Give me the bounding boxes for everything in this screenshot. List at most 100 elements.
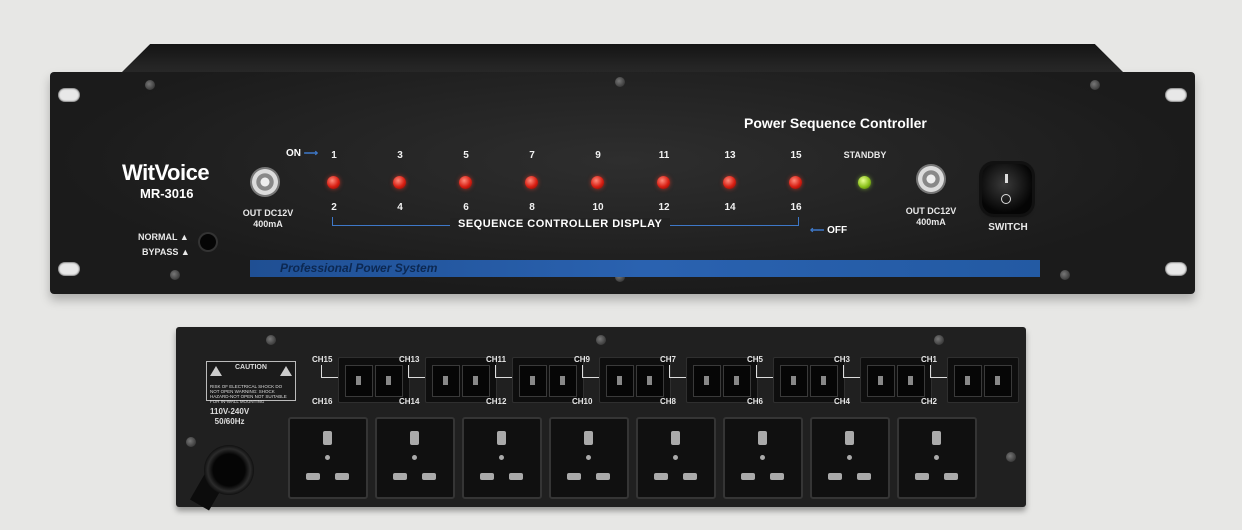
- universal-outlet: [723, 417, 803, 499]
- standby-label: STANDBY: [843, 150, 887, 160]
- universal-outlet: [897, 417, 977, 499]
- channel-number: 10: [592, 202, 604, 213]
- normal-label: NORMAL ▲: [138, 232, 189, 242]
- channel-label: CH1: [921, 355, 938, 364]
- channel-led: [327, 176, 340, 189]
- voltage-label: 110V-240V 50/60Hz: [210, 407, 249, 427]
- universal-outlet: [810, 417, 890, 499]
- screw: [1060, 270, 1070, 280]
- channel-label: CH6: [747, 397, 764, 406]
- left-out-label: OUT DC12V: [242, 208, 294, 218]
- channel-led: [723, 176, 736, 189]
- left-out-current: 400mA: [253, 219, 283, 229]
- channel-leader-line: [321, 365, 338, 378]
- stripe-label: Professional Power System: [280, 261, 438, 275]
- model-number: MR-3016: [140, 186, 194, 201]
- right-dc-output-connector[interactable]: [916, 164, 946, 194]
- channel-led: [459, 176, 472, 189]
- power-cable: [204, 445, 254, 495]
- channel-label: CH4: [834, 397, 851, 406]
- channel-led: [789, 176, 802, 189]
- channel-label: CH16: [312, 397, 333, 406]
- channel-led: [525, 176, 538, 189]
- channel-label: CH9: [574, 355, 591, 364]
- channel-label: CH15: [312, 355, 333, 364]
- channel-number: 14: [724, 202, 736, 213]
- channel-led: [393, 176, 406, 189]
- switch-off-mark: [1001, 194, 1011, 204]
- channel-label: CH8: [660, 397, 677, 406]
- universal-outlet: [636, 417, 716, 499]
- product-title: Power Sequence Controller: [744, 115, 927, 131]
- rack-hole: [58, 88, 80, 102]
- channel-number: 1: [331, 150, 337, 161]
- screw: [1090, 80, 1100, 90]
- universal-outlet: [549, 417, 629, 499]
- channel-number: 8: [529, 202, 535, 213]
- channel-number: 7: [529, 150, 535, 161]
- channel-number: 6: [463, 202, 469, 213]
- channel-number: 12: [658, 202, 670, 213]
- channel-leader-line: [756, 365, 773, 378]
- channel-label: CH3: [834, 355, 851, 364]
- caution-label: CAUTION RISK OF ELECTRICAL SHOCK DO NOT …: [206, 361, 296, 404]
- channel-leader-line: [582, 365, 599, 378]
- rack-hole: [58, 262, 80, 276]
- caution-text: RISK OF ELECTRICAL SHOCK DO NOT OPEN WAR…: [210, 384, 287, 404]
- off-label: ⟵ OFF: [810, 225, 848, 236]
- screw: [186, 437, 196, 447]
- channel-label: CH12: [486, 397, 507, 406]
- standby-led: [858, 176, 871, 189]
- channel-number: 3: [397, 150, 403, 161]
- right-out-label: OUT DC12V: [905, 206, 957, 216]
- channel-label: CH11: [486, 355, 507, 364]
- screw: [596, 335, 606, 345]
- screw: [170, 270, 180, 280]
- switched-outlet: [947, 357, 1019, 403]
- channel-number: 5: [463, 150, 469, 161]
- caution-title: CAUTION: [235, 364, 267, 371]
- channel-label: CH2: [921, 397, 938, 406]
- channel-number: 16: [790, 202, 802, 213]
- brand-logo: WitVoice: [122, 160, 210, 185]
- chassis-top: [120, 44, 1125, 74]
- warning-triangle-icon: [210, 366, 222, 376]
- frequency-value: 50/60Hz: [214, 417, 245, 426]
- screw: [615, 77, 625, 87]
- channel-label: CH13: [399, 355, 420, 364]
- channel-leader-line: [408, 365, 425, 378]
- on-label: ON ⟶: [286, 148, 319, 159]
- channel-number: 15: [790, 150, 802, 161]
- screw: [934, 335, 944, 345]
- right-out-current: 400mA: [916, 217, 946, 227]
- rack-hole: [1165, 88, 1187, 102]
- front-panel: WitVoice MR-3016 NORMAL ▲ BYPASS ▲ OUT D…: [50, 44, 1195, 294]
- channel-led: [657, 176, 670, 189]
- channel-label: CH7: [660, 355, 677, 364]
- left-dc-output-connector[interactable]: [250, 167, 280, 197]
- bypass-label: BYPASS ▲: [142, 247, 190, 257]
- screw: [145, 80, 155, 90]
- channel-leader-line: [669, 365, 686, 378]
- universal-outlet: [462, 417, 542, 499]
- power-switch[interactable]: [982, 164, 1032, 214]
- channel-leader-line: [495, 365, 512, 378]
- channel-led: [591, 176, 604, 189]
- screw: [266, 335, 276, 345]
- voltage-value: 110V-240V: [210, 407, 250, 416]
- bypass-button[interactable]: [200, 234, 216, 250]
- channel-leader-line: [930, 365, 947, 378]
- rack-hole: [1165, 262, 1187, 276]
- display-label: SEQUENCE CONTROLLER DISPLAY: [450, 218, 671, 230]
- channel-label: CH5: [747, 355, 764, 364]
- channel-number: 2: [331, 202, 337, 213]
- channel-leader-line: [843, 365, 860, 378]
- screw: [1006, 452, 1016, 462]
- front-face: WitVoice MR-3016 NORMAL ▲ BYPASS ▲ OUT D…: [50, 72, 1195, 294]
- switch-label: SWITCH: [988, 222, 1028, 233]
- channel-number: 11: [658, 150, 670, 161]
- rear-panel: CAUTION RISK OF ELECTRICAL SHOCK DO NOT …: [176, 327, 1026, 511]
- switch-on-mark: [1005, 174, 1008, 183]
- channel-number: 4: [397, 202, 403, 213]
- channel-label: CH10: [572, 397, 593, 406]
